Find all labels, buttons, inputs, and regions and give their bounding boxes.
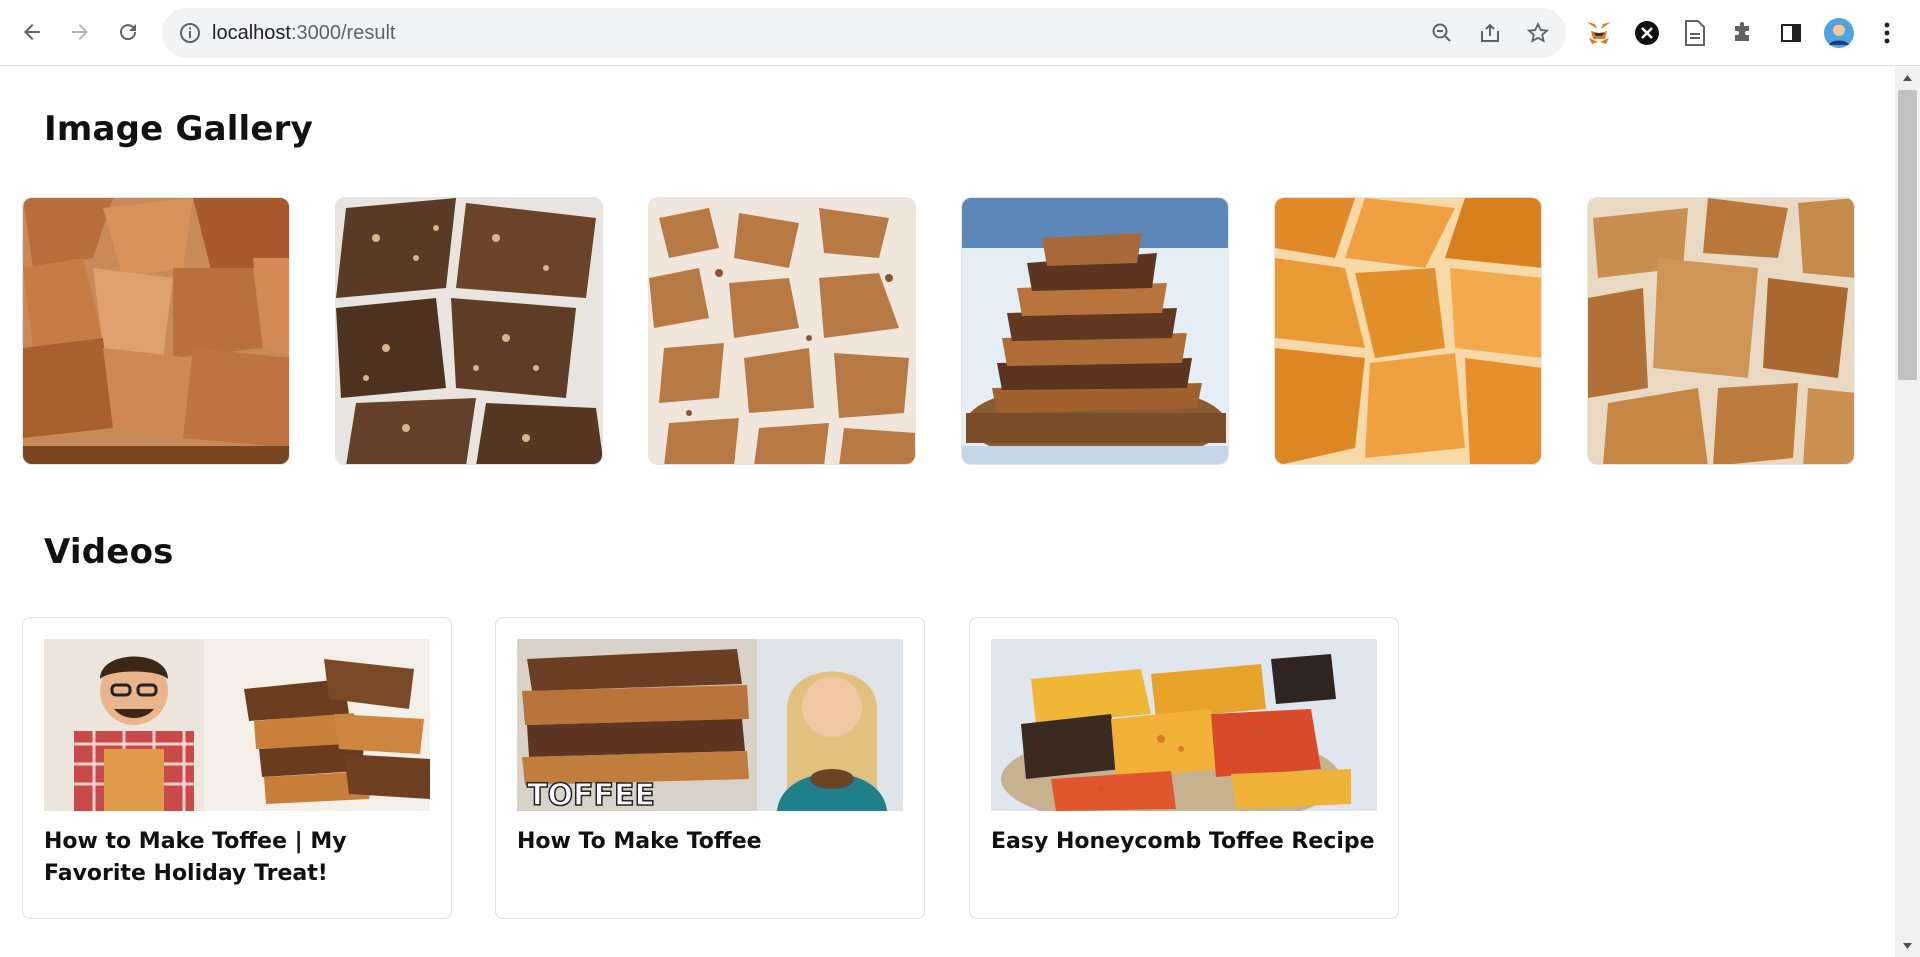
- toffee-chunks-photo: [23, 198, 289, 464]
- video-thumbnail[interactable]: TOFFEE: [517, 639, 903, 811]
- thumbnail-caption-text: TOFFEE: [527, 778, 655, 811]
- video-title[interactable]: How to Make Toffee | My Favorite Holiday…: [44, 826, 434, 890]
- gallery-image-2[interactable]: [335, 197, 603, 465]
- video-card[interactable]: TOFFEE How To Make Toffee: [495, 617, 925, 919]
- metamask-fox-icon[interactable]: [1584, 18, 1614, 48]
- video-thumbnail[interactable]: [44, 639, 430, 811]
- zoom-out-icon[interactable]: [1430, 21, 1454, 45]
- toffee-cook-thumbnail-image: TOFFEE: [517, 639, 903, 811]
- nut-toffee-bark-photo: [336, 198, 602, 464]
- profile-avatar[interactable]: [1824, 18, 1854, 48]
- share-icon[interactable]: [1478, 21, 1502, 45]
- gallery-image-6[interactable]: [1587, 197, 1855, 465]
- honeycomb-toffee-thumbnail-image: [991, 639, 1377, 811]
- gallery-image-4[interactable]: [961, 197, 1229, 465]
- toffee-chef-thumbnail-image: [44, 639, 430, 811]
- bookmark-star-icon[interactable]: [1526, 21, 1550, 45]
- video-card[interactable]: How to Make Toffee | My Favorite Holiday…: [22, 617, 452, 919]
- toffee-pieces-photo: [1588, 198, 1854, 464]
- amber-toffee-shards-photo: [1275, 198, 1541, 464]
- reload-icon: [120, 24, 137, 41]
- video-thumbnail[interactable]: [991, 639, 1377, 811]
- video-card[interactable]: Easy Honeycomb Toffee Recipe: [969, 617, 1399, 919]
- gallery-image-5[interactable]: [1274, 197, 1542, 465]
- scroll-down-arrow-icon[interactable]: [1901, 940, 1914, 952]
- kebab-menu-icon[interactable]: [1872, 18, 1902, 48]
- video-title[interactable]: How To Make Toffee: [517, 826, 907, 858]
- browser-toolbar: localhost:3000/result: [0, 0, 1920, 66]
- gallery-image-1[interactable]: [22, 197, 290, 465]
- document-icon[interactable]: [1680, 18, 1710, 48]
- url-host: localhost: [212, 22, 291, 44]
- page-content: Image Gallery Videos How to Make Toffee …: [0, 67, 1895, 957]
- scroll-up-arrow-icon[interactable]: [1901, 72, 1914, 84]
- url-text: localhost:3000/result: [212, 21, 395, 45]
- puzzle-extensions-icon[interactable]: [1728, 18, 1758, 48]
- crushed-toffee-photo: [649, 198, 915, 464]
- videos-heading: Videos: [44, 532, 174, 572]
- arrow-right-icon: [72, 24, 88, 40]
- gallery-image-3[interactable]: [648, 197, 916, 465]
- url-path: :3000/result: [290, 22, 396, 44]
- address-bar[interactable]: localhost:3000/result: [162, 8, 1566, 58]
- scrollbar-thumb[interactable]: [1898, 90, 1917, 380]
- stacked-toffee-photo: [962, 198, 1228, 464]
- forward-button[interactable]: [62, 14, 98, 50]
- gallery-heading: Image Gallery: [44, 109, 314, 149]
- x-extension-icon[interactable]: [1632, 18, 1662, 48]
- video-title[interactable]: Easy Honeycomb Toffee Recipe: [991, 826, 1381, 858]
- reload-button[interactable]: [110, 14, 146, 50]
- arrow-left-icon: [24, 24, 40, 40]
- info-icon[interactable]: [178, 21, 202, 45]
- back-button[interactable]: [14, 14, 50, 50]
- side-panel-icon[interactable]: [1776, 18, 1806, 48]
